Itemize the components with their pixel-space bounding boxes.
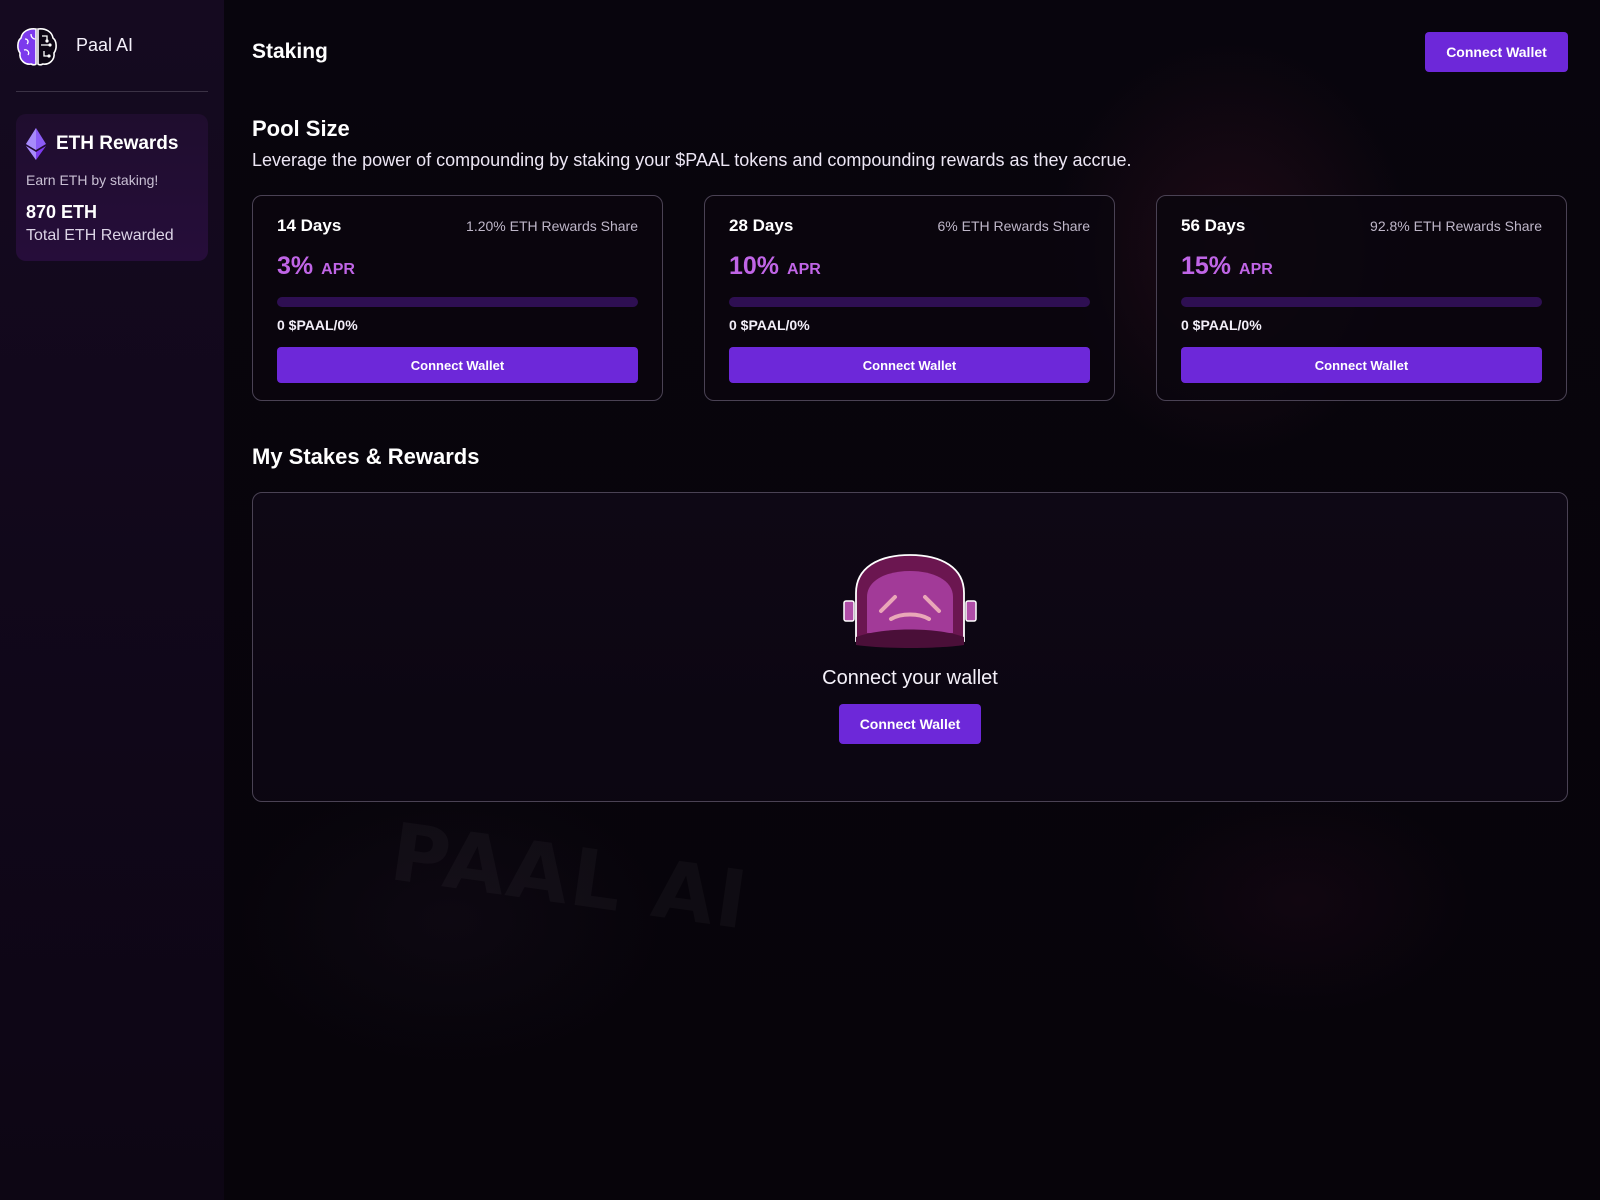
eth-rewards-card: ETH Rewards Earn ETH by staking! 870 ETH…: [16, 114, 208, 261]
pool-rewards-share: 1.20% ETH Rewards Share: [466, 218, 638, 234]
pool-size-title: Pool Size: [252, 116, 350, 141]
pool-progress-bar: [729, 297, 1090, 307]
pool-rewards-share: 92.8% ETH Rewards Share: [1370, 218, 1542, 234]
pool-card-56-days: 56 Days 92.8% ETH Rewards Share 15% APR …: [1156, 195, 1567, 401]
pool-staked-amount: 0 $PAAL/0%: [277, 317, 358, 333]
pool-size-description: Leverage the power of compounding by sta…: [252, 150, 1132, 170]
pool-staked-amount: 0 $PAAL/0%: [729, 317, 810, 333]
pool-cards: 14 Days 1.20% ETH Rewards Share 3% APR 0…: [252, 195, 1568, 401]
pool-apr-value: 10%: [729, 252, 780, 280]
pool-duration: 28 Days: [729, 216, 794, 235]
eth-rewards-subtitle: Earn ETH by staking!: [26, 172, 159, 188]
page-title: Staking: [252, 40, 328, 63]
eth-rewards-title: ETH Rewards: [56, 133, 179, 154]
my-stakes-panel: Connect your wallet Connect Wallet: [252, 492, 1568, 802]
sad-helmet-icon: [843, 554, 977, 648]
pool-duration: 14 Days: [277, 216, 342, 235]
eth-rewards-header: ETH Rewards: [26, 128, 198, 160]
pool-apr-label: APR: [787, 261, 821, 278]
pool-staked-amount: 0 $PAAL/0%: [1181, 317, 1262, 333]
pool-apr-label: APR: [1239, 261, 1273, 278]
header-connect-wallet-button[interactable]: Connect Wallet: [1425, 32, 1568, 72]
pool-card-28-days: 28 Days 6% ETH Rewards Share 10% APR 0 $…: [704, 195, 1115, 401]
sidebar: Paal AI ETH Rewards Earn ETH by staking!…: [0, 0, 224, 1200]
empty-state-text: Connect your wallet: [822, 667, 998, 689]
pool-progress-bar: [277, 297, 638, 307]
pool-apr-value: 3%: [277, 252, 314, 280]
main-content: Staking Connect Wallet Pool Size Leverag…: [224, 0, 1600, 1200]
brand-name: Paal AI: [76, 35, 134, 55]
eth-rewards-amount-label: Total ETH Rewarded: [26, 227, 174, 244]
ethereum-icon: [26, 128, 46, 160]
brand[interactable]: Paal AI: [16, 0, 208, 92]
pool-connect-wallet-button[interactable]: Connect Wallet: [729, 347, 1090, 383]
eth-rewards-amount: 870 ETH: [26, 202, 98, 222]
topbar: Staking Connect Wallet: [252, 0, 1568, 104]
pool-card-14-days: 14 Days 1.20% ETH Rewards Share 3% APR 0…: [252, 195, 663, 401]
pool-duration: 56 Days: [1181, 216, 1246, 235]
pool-connect-wallet-button[interactable]: Connect Wallet: [277, 347, 638, 383]
stakes-connect-wallet-button[interactable]: Connect Wallet: [839, 704, 981, 744]
pool-progress-bar: [1181, 297, 1542, 307]
my-stakes-title: My Stakes & Rewards: [252, 444, 480, 469]
pool-rewards-share: 6% ETH Rewards Share: [937, 218, 1090, 234]
brain-icon: [17, 27, 57, 66]
pool-connect-wallet-button[interactable]: Connect Wallet: [1181, 347, 1542, 383]
pool-apr-value: 15%: [1181, 252, 1232, 280]
app-root: PAAL AI Paal AI ETH Rewards: [0, 0, 1600, 1200]
pool-apr-label: APR: [321, 261, 355, 278]
